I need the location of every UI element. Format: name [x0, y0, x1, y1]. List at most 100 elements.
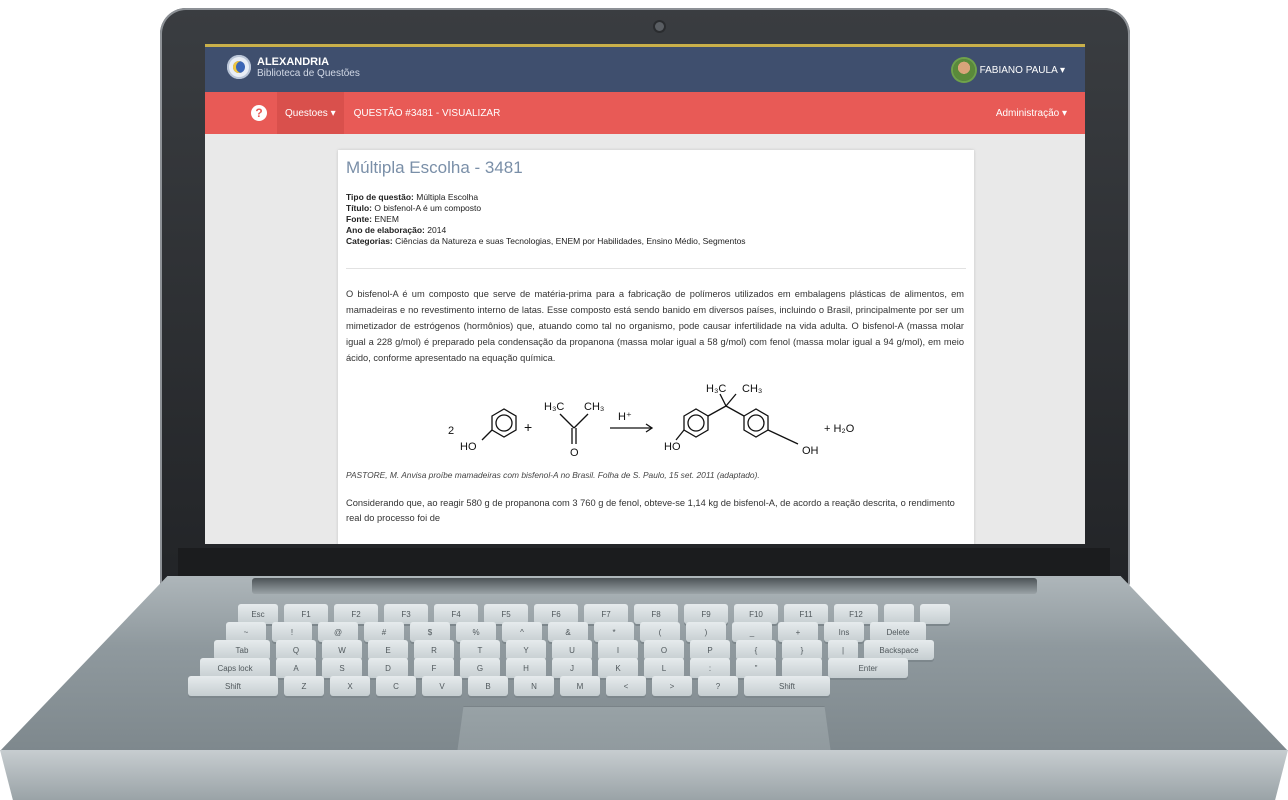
- keyboard-key[interactable]: Q: [276, 640, 316, 660]
- equation-ch3-2: CH₃: [742, 383, 762, 395]
- keyboard-key[interactable]: E: [368, 640, 408, 660]
- question-body: O bisfenol-A é um composto que serve de …: [346, 289, 964, 363]
- webcam-icon: [655, 22, 664, 31]
- keyboard-key[interactable]: !: [272, 622, 312, 642]
- brand-name: ALEXANDRIA: [257, 55, 330, 68]
- keyboard-key[interactable]: :: [690, 658, 730, 678]
- menu-questoes[interactable]: Questoes ▾: [277, 92, 344, 134]
- keyboard-key[interactable]: @: [318, 622, 358, 642]
- keyboard-key[interactable]: Esc: [238, 604, 278, 624]
- meta-row: Tipo de questão: Múltipla Escolha: [346, 192, 479, 202]
- keyboard-key[interactable]: >: [652, 676, 692, 696]
- keyboard-key[interactable]: J: [552, 658, 592, 678]
- keyboard-key[interactable]: W: [322, 640, 362, 660]
- keyboard-key[interactable]: C: [376, 676, 416, 696]
- keyboard-key[interactable]: <: [606, 676, 646, 696]
- meta-row: Ano de elaboração: 2014: [346, 225, 447, 235]
- equation-plus: +: [524, 419, 532, 435]
- keyboard-key[interactable]: %: [456, 622, 496, 642]
- keyboard-key[interactable]: L: [644, 658, 684, 678]
- keyboard-key[interactable]: F11: [784, 604, 828, 624]
- keyboard-key[interactable]: Y: [506, 640, 546, 660]
- equation-h3c: H₃C: [544, 401, 564, 413]
- keyboard-key[interactable]: Enter: [828, 658, 908, 678]
- keyboard-key[interactable]: O: [644, 640, 684, 660]
- keyboard-key[interactable]: Backspace: [864, 640, 934, 660]
- keyboard-key[interactable]: U: [552, 640, 592, 660]
- keyboard-key[interactable]: [782, 658, 822, 678]
- keyboard-key[interactable]: F: [414, 658, 454, 678]
- laptop-front-edge: [0, 750, 1288, 800]
- keyboard-key[interactable]: T: [460, 640, 500, 660]
- equation-ho-1: HO: [460, 441, 477, 453]
- keyboard-key[interactable]: N: [514, 676, 554, 696]
- keyboard-row: Esc F1 F2 F3 F4 F5 F6 F7 F8 F9 F10 F11 F12: [238, 604, 950, 624]
- keyboard-key[interactable]: F7: [584, 604, 628, 624]
- question-prompt: Considerando que, ao reagir 580 g de pro…: [346, 498, 955, 523]
- keyboard-key[interactable]: P: [690, 640, 730, 660]
- keyboard-key[interactable]: Tab: [214, 640, 270, 660]
- keyboard-key[interactable]: *: [594, 622, 634, 642]
- keyboard-key[interactable]: S: [322, 658, 362, 678]
- keyboard-key[interactable]: Delete: [870, 622, 926, 642]
- keyboard-key[interactable]: V: [422, 676, 462, 696]
- keyboard-key[interactable]: #: [364, 622, 404, 642]
- keyboard-key[interactable]: Shift: [188, 676, 278, 696]
- keyboard-key[interactable]: F4: [434, 604, 478, 624]
- keyboard-key[interactable]: F12: [834, 604, 878, 624]
- citation: PASTORE, M. Anvisa proíbe mamadeiras com…: [346, 470, 760, 480]
- keyboard-key[interactable]: B: [468, 676, 508, 696]
- keyboard-key[interactable]: Ins: [824, 622, 864, 642]
- keyboard-key[interactable]: F10: [734, 604, 778, 624]
- keyboard-key[interactable]: A: [276, 658, 316, 678]
- menu-administracao[interactable]: Administração ▾: [996, 92, 1067, 134]
- keyboard-key[interactable]: F1: [284, 604, 328, 624]
- keyboard-key[interactable]: R: [414, 640, 454, 660]
- keyboard-key[interactable]: (: [640, 622, 680, 642]
- keyboard-key[interactable]: ): [686, 622, 726, 642]
- keyboard-key[interactable]: D: [368, 658, 408, 678]
- keyboard-key[interactable]: M: [560, 676, 600, 696]
- user-menu[interactable]: FABIANO PAULA ▾: [952, 59, 1065, 81]
- keyboard-key[interactable]: X: [330, 676, 370, 696]
- keyboard-key[interactable]: F3: [384, 604, 428, 624]
- help-icon[interactable]: ?: [251, 105, 267, 121]
- brand[interactable]: ALEXANDRIA Biblioteca de Questões: [227, 55, 360, 79]
- keyboard-key[interactable]: F9: [684, 604, 728, 624]
- keyboard-key[interactable]: {: [736, 640, 776, 660]
- equation-o: O: [570, 447, 579, 458]
- keyboard-key[interactable]: ^: [502, 622, 542, 642]
- keyboard-key[interactable]: |: [828, 640, 858, 660]
- keyboard-key[interactable]: F8: [634, 604, 678, 624]
- keyboard-key[interactable]: _: [732, 622, 772, 642]
- keyboard-key[interactable]: [920, 604, 950, 624]
- keyboard-key[interactable]: +: [778, 622, 818, 642]
- keyboard-key[interactable]: I: [598, 640, 638, 660]
- keyboard-key[interactable]: Caps lock: [200, 658, 270, 678]
- main-navbar: ? Questoes ▾ QUESTÃO #3481 - VISUALIZAR …: [205, 92, 1085, 134]
- laptop-hinge: [252, 578, 1037, 594]
- keyboard-key[interactable]: ~: [226, 622, 266, 642]
- keyboard-key[interactable]: F2: [334, 604, 378, 624]
- keyboard-key[interactable]: F5: [484, 604, 528, 624]
- keyboard-key[interactable]: [884, 604, 914, 624]
- equation-ho-2: HO: [664, 441, 681, 453]
- keyboard-key[interactable]: Shift: [744, 676, 830, 696]
- page-title: Múltipla Escolha - 3481: [346, 158, 523, 177]
- breadcrumb: QUESTÃO #3481 - VISUALIZAR: [353, 107, 501, 119]
- keyboard-key[interactable]: $: [410, 622, 450, 642]
- keyboard-key[interactable]: G: [460, 658, 500, 678]
- meta-row: Título: O bisfenol-A é um composto: [346, 203, 482, 213]
- equation-catalyst: H⁺: [618, 411, 632, 423]
- keyboard-key[interactable]: K: [598, 658, 638, 678]
- keyboard-key[interactable]: }: [782, 640, 822, 660]
- keyboard-key[interactable]: H: [506, 658, 546, 678]
- keyboard-key[interactable]: ?: [698, 676, 738, 696]
- keyboard-key[interactable]: Z: [284, 676, 324, 696]
- keyboard-key[interactable]: &: [548, 622, 588, 642]
- meta-row: Categorias: Ciências da Natureza e suas …: [346, 236, 746, 246]
- keyboard-key[interactable]: ": [736, 658, 776, 678]
- keyboard-key[interactable]: F6: [534, 604, 578, 624]
- avatar: [952, 59, 975, 81]
- equation-ch3: CH₃: [584, 401, 604, 413]
